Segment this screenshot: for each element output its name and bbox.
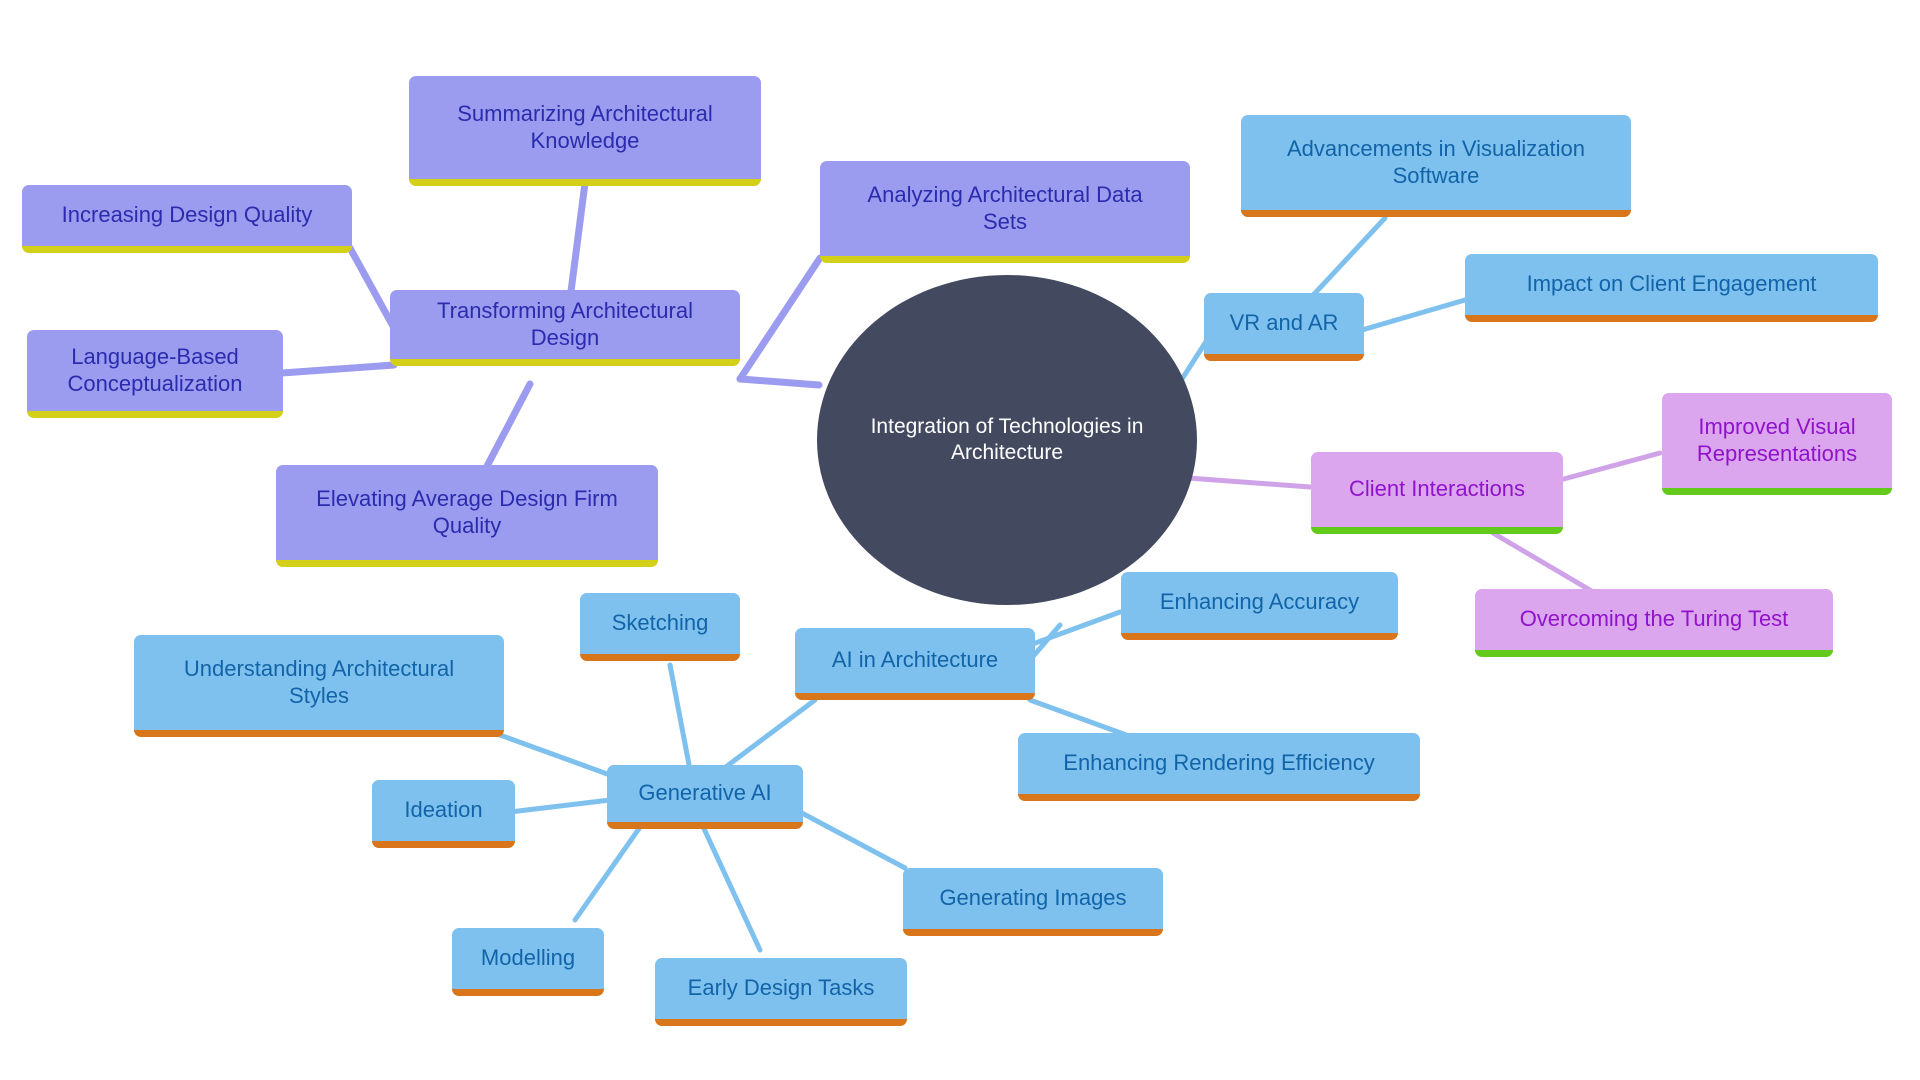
edge-transforming-language: [278, 361, 398, 377]
edge-client-improved: [1557, 450, 1663, 483]
node-label: Generating Images: [939, 885, 1127, 911]
node-improved-visual-representations[interactable]: Improved Visual Representations: [1662, 393, 1892, 495]
node-understanding-architectural-styles[interactable]: Understanding Architectural Styles: [134, 635, 504, 737]
edge-vrar-impact: [1359, 297, 1468, 333]
node-label: Client Interactions: [1348, 476, 1526, 502]
node-language-based-conceptualization[interactable]: Language-Based Conceptualization: [27, 330, 283, 418]
edge-root-transforming: [736, 375, 823, 389]
node-generating-images[interactable]: Generating Images: [903, 868, 1163, 936]
node-elevating-average-design-firm-quality[interactable]: Elevating Average Design Firm Quality: [276, 465, 658, 567]
node-label: Improved Visual Representations: [1696, 414, 1858, 466]
node-analyzing-architectural-data-sets[interactable]: Analyzing Architectural Data Sets: [820, 161, 1190, 263]
node-label: Enhancing Rendering Efficiency: [1063, 750, 1375, 776]
edge-generative-understanding: [497, 732, 613, 778]
node-summarizing-architectural-knowledge[interactable]: Summarizing Architectural Knowledge: [409, 76, 761, 186]
node-overcoming-the-turing-test[interactable]: Overcoming the Turing Test: [1475, 589, 1833, 657]
node-vr-and-ar[interactable]: VR and AR: [1204, 293, 1364, 361]
node-early-design-tasks[interactable]: Early Design Tasks: [655, 958, 907, 1026]
edge-transforming-analyzing: [736, 254, 824, 383]
node-increasing-design-quality[interactable]: Increasing Design Quality: [22, 185, 352, 253]
node-label: Analyzing Architectural Data Sets: [867, 182, 1143, 234]
root-node[interactable]: Integration of Technologies in Architect…: [817, 275, 1197, 605]
node-advancements-in-visualization-software[interactable]: Advancements in Visualization Software: [1241, 115, 1631, 217]
node-label: Generative AI: [638, 780, 772, 806]
edge-generative-sketching: [667, 662, 693, 773]
node-sketching[interactable]: Sketching: [580, 593, 740, 661]
node-label: Enhancing Accuracy: [1159, 589, 1360, 615]
edge-transforming-increasing: [346, 244, 398, 332]
node-modelling[interactable]: Modelling: [452, 928, 604, 996]
node-label: VR and AR: [1229, 310, 1339, 336]
node-label: Early Design Tasks: [687, 975, 875, 1001]
node-enhancing-rendering-efficiency[interactable]: Enhancing Rendering Efficiency: [1018, 733, 1420, 801]
edge-generative-modelling: [572, 817, 648, 923]
node-label: Advancements in Visualization Software: [1287, 136, 1585, 188]
edge-transforming-elevating: [481, 380, 534, 474]
edge-generative-generating: [797, 809, 908, 871]
root-node-label: Integration of Technologies in Architect…: [870, 414, 1144, 464]
node-label: AI in Architecture: [831, 647, 999, 673]
node-label: Overcoming the Turing Test: [1519, 606, 1789, 632]
node-label: Sketching: [611, 610, 709, 636]
node-enhancing-accuracy[interactable]: Enhancing Accuracy: [1121, 572, 1398, 640]
node-label: Language-Based Conceptualization: [67, 344, 243, 396]
node-label: Understanding Architectural Styles: [183, 656, 455, 708]
node-client-interactions[interactable]: Client Interactions: [1311, 452, 1563, 534]
node-label: Summarizing Architectural Knowledge: [457, 101, 713, 153]
edge-ai-generative: [712, 697, 818, 778]
edge-generative-early: [697, 817, 763, 953]
node-ideation[interactable]: Ideation: [372, 780, 515, 848]
node-label: Impact on Client Engagement: [1526, 271, 1817, 297]
node-label: Ideation: [404, 797, 483, 823]
node-ai-in-architecture[interactable]: AI in Architecture: [795, 628, 1035, 700]
mindmap-canvas: Integration of Technologies in Architect…: [0, 0, 1920, 1080]
edge-client-turing: [1490, 530, 1603, 599]
edge-ai-accuracy: [1027, 609, 1123, 648]
node-label: Transforming Architectural Design: [437, 298, 693, 350]
edge-generative-ideation: [507, 797, 613, 815]
node-transforming-architectural-design[interactable]: Transforming Architectural Design: [390, 290, 740, 366]
node-impact-on-client-engagement[interactable]: Impact on Client Engagement: [1465, 254, 1878, 322]
node-label: Modelling: [480, 945, 576, 971]
node-label: Elevating Average Design Firm Quality: [316, 486, 618, 538]
node-generative-ai[interactable]: Generative AI: [607, 765, 803, 829]
edge-root-client: [1185, 475, 1313, 490]
node-label: Increasing Design Quality: [61, 202, 313, 228]
